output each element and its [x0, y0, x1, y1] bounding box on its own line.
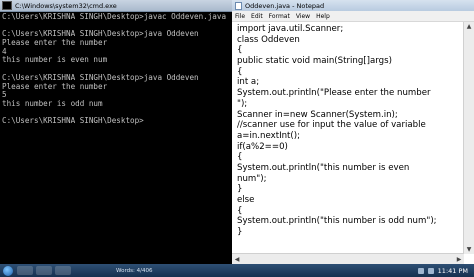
menu-help[interactable]: Help	[316, 13, 330, 20]
cmd-title: C:\Windows\system32\cmd.exe	[15, 1, 117, 10]
taskbar-explorer-button[interactable]	[17, 266, 33, 275]
horizontal-scrollbar[interactable]: ◀ ▶	[232, 253, 464, 264]
cmd-icon	[2, 1, 12, 10]
code-line: num");	[237, 173, 267, 184]
code-line: System.out.println("this number is even	[237, 162, 410, 173]
start-button[interactable]	[3, 265, 13, 276]
notepad-title: Oddeven.java - Notepad	[245, 1, 325, 10]
code-line: import java.util.Scanner;	[237, 24, 344, 34]
code-line: int a;	[237, 77, 260, 88]
vertical-scrollbar[interactable]: ▲ ▼	[463, 22, 474, 254]
notepad-title-bar[interactable]: Oddeven.java - Notepad	[232, 0, 474, 11]
code-line: public static void main(String[]args)	[237, 56, 392, 67]
menu-file[interactable]: File	[235, 13, 245, 20]
cmd-output-line: this number is even num	[2, 55, 108, 65]
cmd-output-line: C:\Users\KRISHNA SINGH\Desktop>	[2, 116, 144, 126]
notepad-icon	[235, 1, 242, 10]
taskbar-notepad-button[interactable]	[55, 266, 71, 275]
notepad-menu-bar: File Edit Format View Help	[232, 11, 474, 22]
code-line: if(a%2==0)	[237, 141, 288, 152]
scroll-left-icon[interactable]: ◀	[232, 256, 242, 263]
cmd-output-line: Please enter the number	[2, 38, 108, 48]
code-line: {	[237, 45, 243, 56]
system-tray	[417, 267, 434, 274]
code-line: System.out.println("Please enter the num…	[237, 88, 431, 99]
volume-icon[interactable]	[427, 267, 434, 274]
cmd-output-line: C:\Users\KRISHNA SINGH\Desktop>javac Odd…	[2, 12, 227, 21]
taskbar: Words: 4/406 11:41 PM	[0, 264, 474, 277]
notepad-window[interactable]: Oddeven.java - Notepad File Edit Format …	[232, 0, 474, 264]
taskbar-clock[interactable]: 11:41 PM	[438, 267, 468, 275]
code-line: class Oddeven	[237, 34, 300, 45]
cmd-title-bar[interactable]: C:\Windows\system32\cmd.exe	[0, 0, 232, 12]
code-line: System.out.println("this number is odd n…	[237, 216, 437, 227]
code-line: ");	[237, 98, 248, 109]
menu-edit[interactable]: Edit	[251, 13, 263, 20]
menu-view[interactable]: View	[296, 13, 310, 20]
cmd-output-line: this number is odd num	[2, 98, 103, 108]
menu-format[interactable]: Format	[269, 13, 290, 20]
code-line: {	[237, 205, 243, 216]
notepad-text-area[interactable]: import java.util.Scanner; class Oddeven{p…	[237, 24, 460, 238]
code-line: {	[237, 152, 243, 163]
code-line: {	[237, 66, 243, 77]
cmd-output-line: Please enter the number	[2, 81, 108, 91]
code-line: }	[237, 184, 243, 195]
taskbar-status-text: Words: 4/406	[116, 267, 153, 274]
code-line: }	[237, 227, 243, 238]
cmd-window[interactable]: C:\Windows\system32\cmd.exe C:\Users\KRI…	[0, 0, 232, 264]
cmd-output[interactable]: C:\Users\KRISHNA SINGH\Desktop>javac Odd…	[0, 12, 232, 126]
code-line: else	[237, 195, 255, 205]
code-line: Scanner in=new Scanner(System.in);	[237, 109, 398, 120]
taskbar-cmd-button[interactable]	[36, 266, 52, 275]
scroll-right-icon[interactable]: ▶	[454, 256, 464, 263]
network-icon[interactable]	[417, 267, 424, 274]
code-line: a=in.nextInt();	[237, 130, 301, 141]
scroll-down-icon[interactable]: ▼	[464, 245, 474, 254]
code-line: //scanner use for input the value of var…	[237, 120, 426, 131]
scroll-up-icon[interactable]: ▲	[464, 22, 474, 31]
